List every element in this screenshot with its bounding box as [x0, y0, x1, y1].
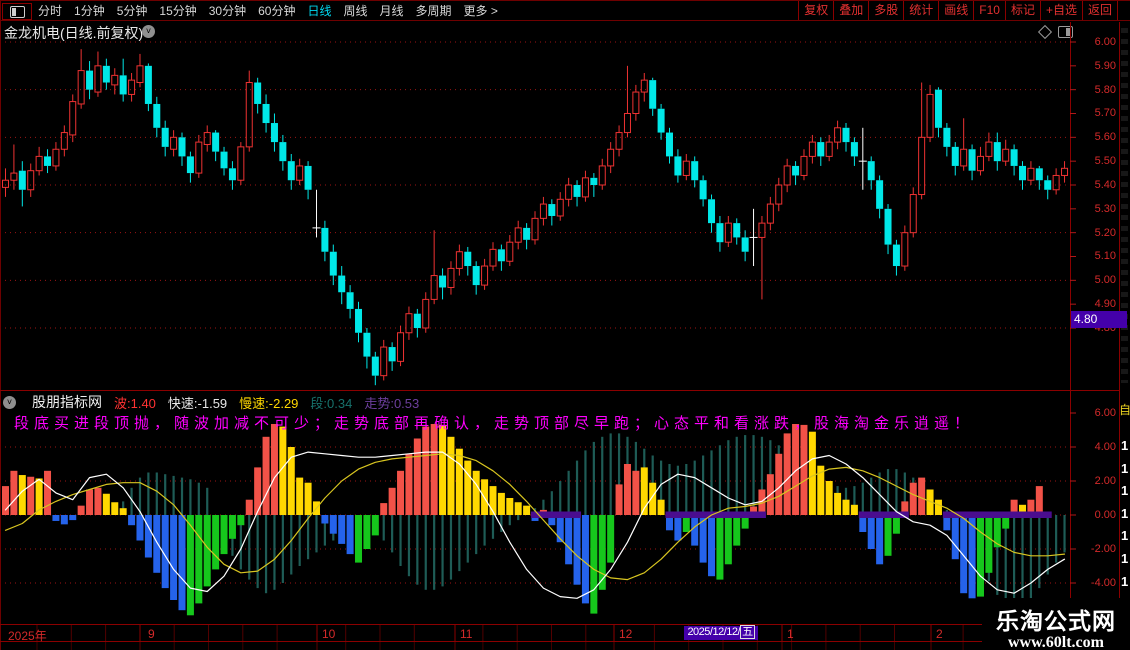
indicator-advice-text: 段底买进段顶抛，随波加减不可少；走势底部再确认，走势顶部尽早跑；心态平和看涨跌，…: [14, 415, 975, 432]
sidebar-digit: 1: [1121, 551, 1129, 566]
watermark-site-name: 乐淘公式网: [996, 608, 1116, 634]
price-axis-label: 5.00: [1094, 274, 1116, 287]
sidebar-digit: 1: [1121, 528, 1129, 544]
price-axis-label: 5.70: [1094, 107, 1116, 120]
watermark-url: www.60lt.com: [1008, 634, 1104, 650]
x-axis-label: 12: [619, 627, 633, 641]
trading-app-window: 分时 1分钟 5分钟 15分钟 30分钟 60分钟 日线 周线 月线 多周期 更多 > 复权 叠加 多股…: [0, 0, 1130, 650]
watermark: 乐淘公式网 www.60lt.com: [982, 598, 1130, 650]
price-axis-label: 5.90: [1094, 59, 1116, 72]
x-axis-label: 2: [936, 627, 943, 641]
indicator-param: 快速:-1.59: [167, 395, 228, 411]
price-axis-label: 5.80: [1094, 83, 1116, 96]
sidebar-digit: 1: [1121, 438, 1129, 453]
price-axis-label: 5.60: [1094, 131, 1116, 144]
x-axis-label: 11: [460, 627, 473, 641]
price-axis-label: 6.00: [1094, 36, 1116, 48]
date-marker-date: 2025/12/12/: [687, 626, 741, 638]
sidebar-tab-label[interactable]: 自: [1119, 401, 1130, 418]
price-axis-label: 5.10: [1094, 250, 1116, 263]
candles-group: [2, 49, 1069, 386]
price-axis-label: 5.50: [1094, 155, 1116, 168]
indicator-axis-label: -4.00: [1090, 577, 1116, 589]
price-axis-label: 4.90: [1094, 298, 1116, 311]
price-marker-badge: 4.80: [1071, 311, 1127, 328]
sidebar-digit: 1: [1121, 505, 1129, 521]
x-axis-label: 2025年: [8, 629, 47, 643]
indicator-axis-label: 2.00: [1094, 475, 1116, 487]
date-marker-badge: 2025/12/12/五: [684, 625, 758, 640]
x-axis-label: 10: [322, 627, 336, 641]
indicator-bars-group: [2, 424, 1066, 616]
sidebar-digit: 1: [1121, 573, 1129, 589]
price-axis-label: 5.20: [1094, 226, 1116, 239]
sidebar-digit: 1: [1121, 483, 1129, 499]
price-axis-label: 5.40: [1094, 178, 1116, 191]
indicator-param: 走势:0.53: [364, 395, 420, 411]
price-axis-label: 5.30: [1094, 202, 1116, 215]
main-gridlines: [0, 41, 1070, 329]
x-axis-label: 1: [787, 627, 794, 641]
date-marker-weekday: 五: [740, 625, 755, 639]
indicator-header: ˅ 股朋指标网 波:1.40 快速:-1.59 慢速:-2.29 段:0.34 走势:0…: [3, 392, 420, 412]
indicator-axis-label: -2.00: [1090, 543, 1116, 555]
indicator-param: 段:0.34: [310, 395, 353, 411]
indicator-param: 慢速:-2.29: [239, 395, 299, 411]
collapse-pane-icon[interactable]: ˅: [3, 395, 16, 409]
x-axis-label: 9: [148, 627, 155, 641]
indicator-axis-label: 4.00: [1094, 441, 1116, 453]
indicator-axis-label: 6.00: [1094, 407, 1116, 419]
sidebar-digit: 1: [1121, 460, 1129, 476]
indicator-param: 波:1.40: [114, 395, 156, 411]
indicator-name[interactable]: 股朋指标网: [32, 392, 102, 412]
indicator-axis-label: 0.00: [1094, 509, 1116, 521]
charts-canvas: [0, 0, 1120, 650]
